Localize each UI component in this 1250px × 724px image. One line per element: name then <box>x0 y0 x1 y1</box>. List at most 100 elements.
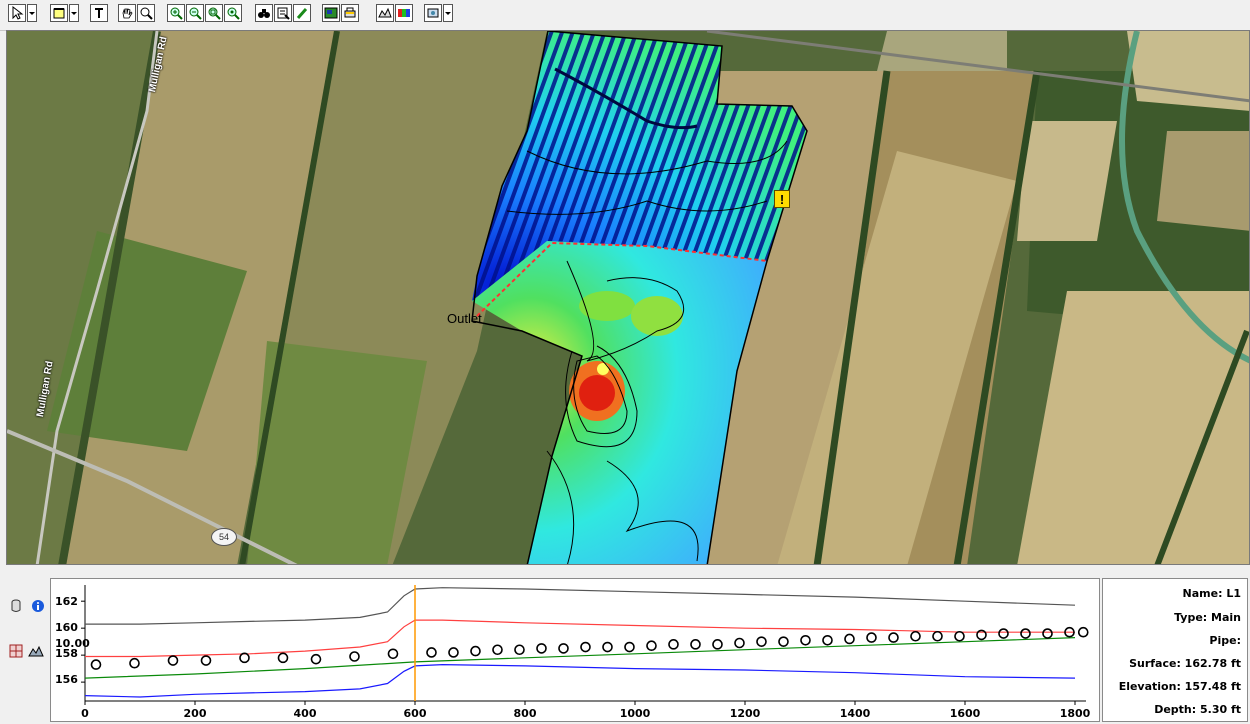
info-depth: Depth: 5.30 ft <box>1154 703 1241 716</box>
selection-tools <box>8 4 37 24</box>
warning-marker-icon[interactable]: ! <box>774 190 790 208</box>
sample-point <box>646 640 657 651</box>
sample-point <box>558 643 569 654</box>
sample-point <box>690 639 701 650</box>
contours-icon[interactable] <box>376 4 394 22</box>
sample-point <box>910 630 921 642</box>
sample-point <box>998 628 1009 639</box>
dropdown-arrow-icon[interactable] <box>443 4 453 22</box>
sample-point <box>448 647 459 658</box>
red-profile-line <box>85 619 1075 658</box>
x-tick-label: 1200 <box>730 707 761 720</box>
sample-point <box>536 643 547 654</box>
map-layer-icon[interactable] <box>322 4 340 22</box>
info-elevation: Elevation: 157.48 ft <box>1118 680 1241 693</box>
profile-chart-icon[interactable] <box>28 643 44 659</box>
sample-point <box>668 639 679 650</box>
pan-hand-icon[interactable] <box>118 4 136 22</box>
x-tick-label: 1400 <box>840 707 871 720</box>
x-tick-label: 400 <box>294 707 317 720</box>
sample-point <box>624 641 635 653</box>
settings-dropdown-icon[interactable] <box>424 4 442 22</box>
print-icon[interactable] <box>341 4 359 22</box>
sample-point <box>387 648 399 660</box>
boundary-tool-icon[interactable] <box>50 4 68 22</box>
profile-chart[interactable]: 0 200 400 600 800 1000 1200 1400 1600 1800 162 16… <box>50 578 1100 722</box>
x-tick-label: 1600 <box>950 707 981 720</box>
y-tick-label: 162 <box>55 595 78 608</box>
aerial-map[interactable]: Mulligan Rd Mulligan Rd 54 Outlet ! <box>6 30 1250 565</box>
zoom-tool-icon[interactable] <box>137 4 155 22</box>
sample-point <box>90 659 102 670</box>
sample-point <box>778 636 789 647</box>
sample-point <box>756 636 767 647</box>
settings-tools <box>424 4 453 24</box>
zoom-out-icon[interactable] <box>186 4 204 22</box>
x-tick-label: 1800 <box>1060 707 1091 720</box>
sample-point <box>470 645 481 657</box>
sample-point <box>239 652 250 664</box>
blue-profile-line <box>84 663 1076 698</box>
sample-point <box>1042 628 1053 639</box>
sample-point <box>514 644 525 656</box>
sample-point <box>866 632 877 643</box>
y-tick-label: 156 <box>55 673 78 686</box>
properties-icon[interactable] <box>274 4 292 22</box>
sample-point <box>167 655 179 666</box>
zoom-window-icon[interactable] <box>205 4 223 22</box>
display-tools <box>376 4 413 24</box>
x-tick-label: 600 <box>404 707 427 720</box>
color-legend-icon[interactable] <box>395 4 413 22</box>
sample-point <box>844 633 855 645</box>
find-binoculars-icon[interactable] <box>255 4 273 22</box>
sample-point <box>712 639 723 650</box>
x-tick-label: 200 <box>184 707 207 720</box>
sample-point <box>800 635 811 646</box>
outlet-label[interactable]: Outlet <box>447 311 482 326</box>
layers-icon[interactable] <box>8 643 24 659</box>
sample-point <box>888 632 899 643</box>
info-pipe: Pipe: <box>1209 634 1241 647</box>
sample-point <box>492 644 503 656</box>
sample-point <box>1077 626 1089 638</box>
sample-point <box>932 630 943 642</box>
pencil-edit-icon[interactable] <box>293 4 311 22</box>
sample-point <box>602 641 613 653</box>
x-tick-label: 800 <box>514 707 537 720</box>
sample-point <box>954 630 965 642</box>
text-tools <box>90 4 108 24</box>
sample-point <box>426 647 437 658</box>
x-tick-label: 0 <box>81 707 89 720</box>
navigation-tools <box>118 4 155 24</box>
dropdown-arrow-icon[interactable] <box>69 4 79 22</box>
zoom-extents-icon[interactable] <box>224 4 242 22</box>
sample-point <box>277 652 289 664</box>
info-type: Type: Main <box>1174 611 1241 624</box>
marker-value: 10.00 <box>55 637 90 650</box>
sample-point <box>580 641 591 653</box>
surface-profile-line <box>85 587 1076 625</box>
select-arrow-icon[interactable] <box>8 4 26 22</box>
boundary-tools <box>50 4 79 24</box>
info-icon[interactable] <box>30 598 46 614</box>
sample-point <box>822 635 833 646</box>
pipe-info-panel: Name: L1 Type: Main Pipe: Surface: 162.7… <box>1102 578 1248 722</box>
edit-tools <box>255 4 311 24</box>
text-tool-icon[interactable] <box>90 4 108 22</box>
sample-point <box>310 653 322 665</box>
sample-point <box>129 657 140 669</box>
dropdown-arrow-icon[interactable] <box>27 4 37 22</box>
sample-point <box>1020 628 1031 639</box>
sample-point <box>349 651 360 662</box>
x-tick-label: 1000 <box>620 707 651 720</box>
sample-point <box>200 655 212 666</box>
highway-shield: 54 <box>211 528 237 546</box>
info-name: Name: L1 <box>1182 587 1241 600</box>
zoom-in-icon[interactable] <box>167 4 185 22</box>
output-tools <box>322 4 359 24</box>
profile-side-tools <box>0 578 50 724</box>
zoom-tools <box>167 4 242 24</box>
info-surface: Surface: 162.78 ft <box>1129 657 1241 670</box>
database-icon[interactable] <box>8 598 24 614</box>
green-profile-line <box>84 637 1076 679</box>
